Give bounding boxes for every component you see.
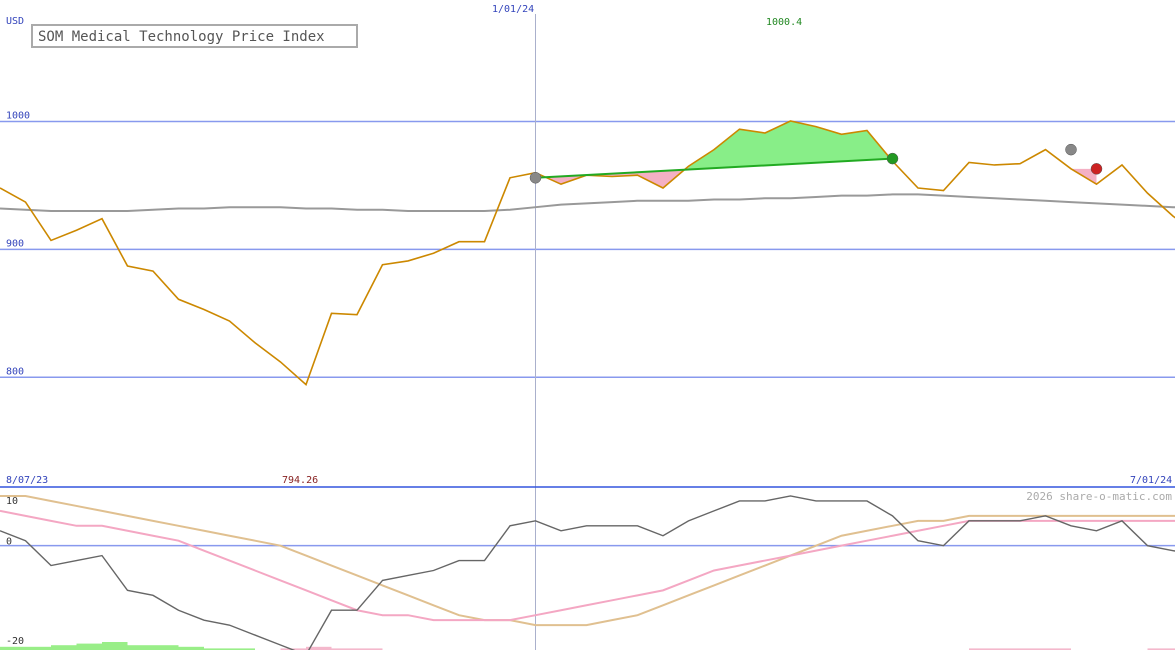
- price-series: [0, 120, 1175, 387]
- histogram-bar: [102, 642, 128, 650]
- signal-pink-line: [0, 509, 1175, 622]
- trend-fill-segment: [841, 130, 867, 162]
- signal-dot: [1090, 163, 1103, 175]
- watermark: 2026 share-o-matic.com: [1026, 490, 1172, 503]
- histogram-bar: [127, 645, 153, 650]
- signal-dot: [886, 152, 899, 165]
- min-value-label: 794.26: [282, 475, 318, 486]
- histogram-bar: [51, 645, 77, 650]
- oscillator-tick-10: 10: [6, 496, 18, 507]
- y-tick-label-900: 900: [6, 238, 24, 249]
- max-value-label: 1000.4: [766, 17, 802, 28]
- histogram-bar: [76, 643, 102, 650]
- price-line: [0, 120, 1175, 387]
- momentum-line: [0, 495, 1175, 650]
- y-tick-label-800: 800: [6, 366, 24, 377]
- trend-fill-segment: [739, 129, 765, 167]
- chart-title: SOM Medical Technology Price Index: [38, 29, 325, 45]
- signal-dot: [1065, 143, 1077, 156]
- y-tick-label-1000: 1000: [6, 111, 30, 122]
- price-chart: SOM Medical Technology Price Index USD 1…: [0, 4, 1175, 650]
- moving-average-line: [0, 193, 1175, 213]
- gridlines: 800 900 1000: [0, 14, 1175, 650]
- oscillator-tick--20: -20: [6, 636, 24, 647]
- x-marker-label: 1/01/24: [492, 4, 534, 15]
- trend-fill-segment: [790, 120, 816, 165]
- trend-fill-segment: [816, 126, 842, 163]
- oscillator-tick-0: 0: [6, 537, 12, 548]
- signal-dot: [529, 172, 542, 184]
- x-start-label: 8/07/23: [6, 475, 48, 486]
- x-end-label: 7/01/24: [1130, 475, 1172, 486]
- currency-label: USD: [6, 16, 24, 27]
- trend-fill: [535, 120, 1097, 189]
- histogram-bar: [153, 645, 179, 650]
- trend-fill-segment: [714, 129, 740, 169]
- oscillator-panel: 10 0 -20: [0, 495, 1175, 650]
